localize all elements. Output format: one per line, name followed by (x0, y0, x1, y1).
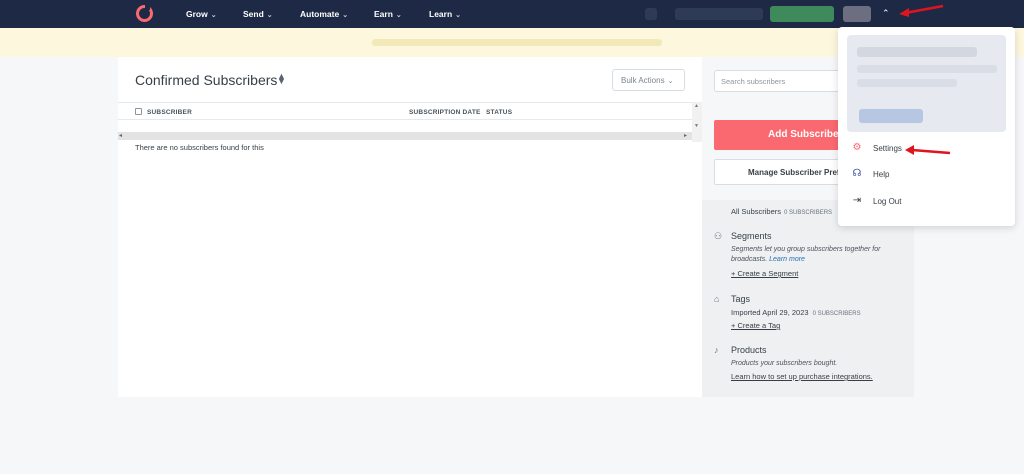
nav-automate[interactable]: Automate ⌄ (300, 9, 348, 19)
subscribers-card: Confirmed Subscribers ▲ ▼ Bulk Actions ⌄ S… (118, 57, 702, 397)
guitar-icon: ♪ (714, 345, 719, 355)
logout-icon: ⇥ (852, 195, 862, 206)
nav-grow-label: Grow (186, 9, 208, 19)
column-subscriber[interactable]: SUBSCRIBER (147, 109, 192, 116)
create-segment-link[interactable]: + Create a Segment (731, 269, 798, 278)
settings-label: Settings (873, 144, 902, 153)
tag-icon: ⌂ (714, 294, 720, 304)
chevron-down-icon: ⌄ (266, 12, 273, 19)
manage-preferences-button[interactable]: Manage Subscriber Preferences (714, 159, 844, 185)
blurred-text (857, 47, 977, 57)
nav-send[interactable]: Send ⌄ (243, 9, 273, 19)
products-title: Products (731, 345, 767, 355)
column-subscription-date[interactable]: SUBSCRIPTION DATE (409, 109, 481, 116)
sort-icon[interactable]: ▲ ▼ (277, 72, 286, 86)
table-header: SUBSCRIBER SUBSCRIPTION DATE STATUS (118, 102, 692, 120)
all-subscribers-count: 0 SUBSCRIBERS (784, 210, 833, 216)
blurred-nav-text[interactable] (675, 8, 763, 20)
nav-grow[interactable]: Grow ⌄ (186, 9, 217, 19)
blurred-banner-text (372, 39, 662, 46)
scroll-up-icon[interactable]: ▲ (694, 103, 699, 109)
users-icon: ⚇ (714, 231, 723, 241)
empty-state-message: There are no subscribers found for this (135, 143, 264, 152)
add-subscribers-button[interactable]: Add Subscribers (714, 120, 844, 150)
logo-icon[interactable] (136, 4, 153, 22)
all-subscribers-label: All Subscribers (731, 207, 782, 216)
products-description: Products your subscribers bought. (731, 360, 838, 367)
all-subscribers-link[interactable]: All Subscribers 0 SUBSCRIBERS (731, 207, 832, 216)
blurred-button[interactable] (859, 109, 923, 123)
tags-title: Tags (731, 294, 751, 304)
blurred-text (857, 79, 957, 87)
page-title: Confirmed Subscribers (135, 72, 278, 88)
menu-item-logout[interactable]: ⇥ Log Out (851, 195, 1001, 209)
help-label: Help (873, 170, 890, 179)
chevron-up-icon[interactable]: ⌃ (882, 8, 890, 19)
scroll-right-icon[interactable]: ▸ (684, 132, 687, 139)
subscriber-sidebar: All Subscribers 0 SUBSCRIBERS ⚇ Segments … (702, 200, 914, 397)
annotation-arrow-account (899, 4, 944, 17)
nav-automate-label: Automate (300, 9, 340, 19)
tag-count: 0 SUBSCRIBERS (812, 311, 861, 317)
tag-name: Imported April 29, 2023 (731, 308, 809, 317)
top-nav: Grow ⌄ Send ⌄ Automate ⌄ Earn ⌄ Learn ⌄ ⌃ (0, 0, 1024, 28)
vertical-scrollbar[interactable]: ▲ ▼ (692, 102, 702, 142)
chevron-down-icon: ⌄ (395, 12, 402, 19)
nav-learn[interactable]: Learn ⌄ (429, 9, 461, 19)
gear-icon: ⚙ (852, 142, 862, 153)
select-all-checkbox[interactable] (135, 108, 142, 115)
blurred-icon[interactable] (645, 8, 657, 20)
chevron-down-icon: ⌄ (455, 12, 462, 19)
chevron-down-icon: ⌄ (210, 12, 217, 19)
avatar[interactable] (843, 6, 871, 22)
segments-description: Segments let you group subscribers toget… (731, 245, 903, 265)
annotation-arrow-settings (905, 145, 951, 155)
purchase-integrations-link[interactable]: Learn how to set up purchase integration… (731, 372, 873, 381)
bulk-actions-label: Bulk Actions (621, 76, 665, 85)
logout-label: Log Out (873, 197, 902, 206)
scroll-down-icon[interactable]: ▼ (694, 123, 699, 129)
column-status[interactable]: STATUS (486, 109, 512, 116)
chevron-down-icon: ⌄ (342, 12, 349, 19)
blurred-profile-card (847, 35, 1006, 132)
blurred-upgrade-button[interactable] (770, 6, 834, 22)
segments-desc-text: Segments let you group subscribers toget… (731, 246, 881, 263)
learn-more-link[interactable]: Learn more (769, 256, 805, 263)
nav-learn-label: Learn (429, 9, 453, 19)
menu-item-help[interactable]: ☊ Help (851, 168, 1001, 182)
scroll-left-icon[interactable]: ◂ (119, 132, 122, 139)
horizontal-scrollbar[interactable]: ◂ ▸ (118, 132, 692, 140)
tag-item[interactable]: Imported April 29, 2023 0 SUBSCRIBERS (731, 308, 861, 317)
chevron-down-icon: ⌄ (667, 78, 674, 85)
segments-title: Segments (731, 231, 772, 241)
create-tag-link[interactable]: + Create a Tag (731, 321, 780, 330)
search-input[interactable]: Search subscribers (714, 70, 844, 92)
nav-earn[interactable]: Earn ⌄ (374, 9, 402, 19)
account-dropdown: ⚙ Settings ☊ Help ⇥ Log Out (838, 27, 1015, 226)
bulk-actions-button[interactable]: Bulk Actions ⌄ (612, 69, 685, 91)
headset-icon: ☊ (852, 168, 862, 179)
nav-earn-label: Earn (374, 9, 393, 19)
blurred-text (857, 65, 997, 73)
nav-send-label: Send (243, 9, 264, 19)
